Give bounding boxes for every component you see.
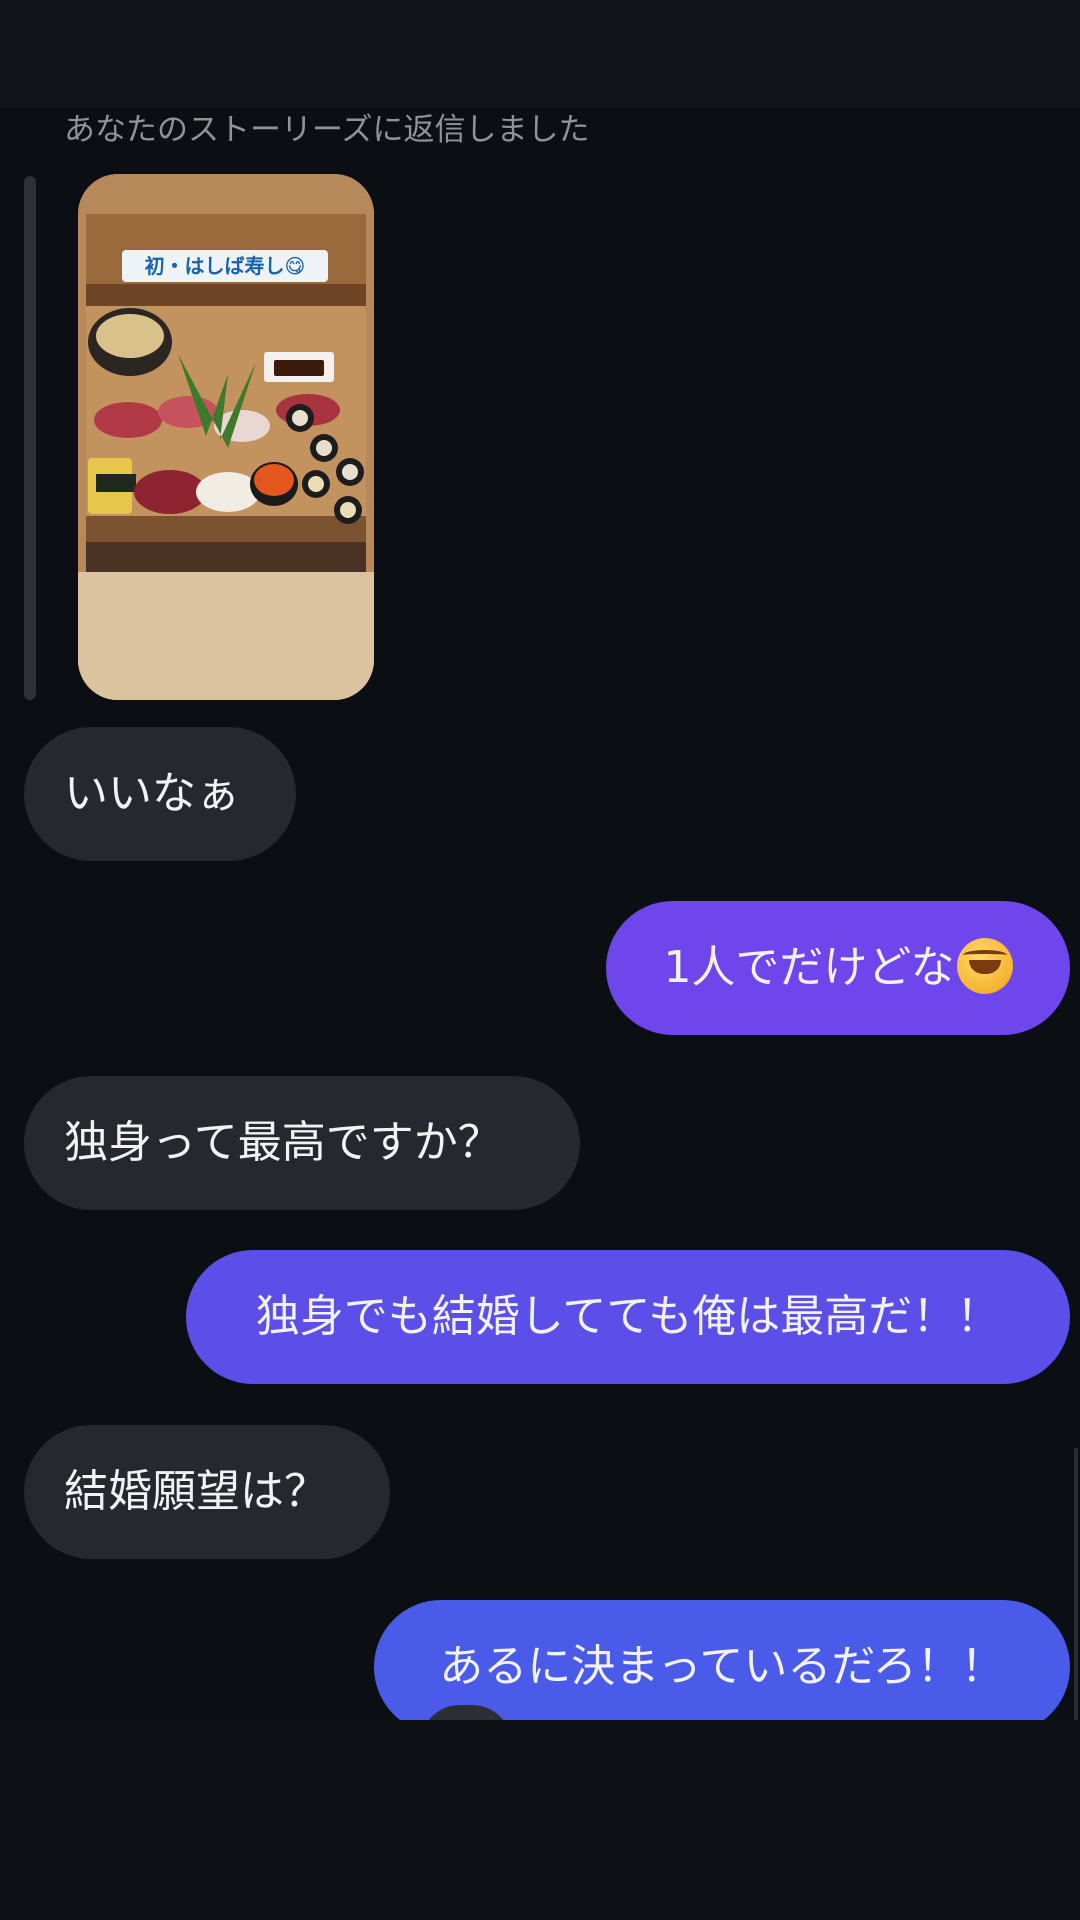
message-incoming[interactable]: 結婚願望は？ bbox=[24, 1425, 390, 1559]
message-incoming[interactable]: 独身って最高ですか？ bbox=[24, 1076, 580, 1210]
story-reply-note: あなたのストーリーズに返信しました bbox=[64, 112, 590, 148]
message-outgoing[interactable]: あるに決まっているだろ！！ bbox=[374, 1600, 1070, 1720]
bottom-area bbox=[0, 1720, 1080, 1920]
scrollbar[interactable] bbox=[1074, 1448, 1078, 1720]
message-text: 1人でだけどな bbox=[663, 942, 955, 993]
chat-screen: あなたのストーリーズに返信しました 初・はしば寿し😋 いいなぁ 1人でだけどな … bbox=[0, 0, 1080, 1920]
story-thumbnail[interactable]: 初・はしば寿し😋 bbox=[78, 174, 374, 700]
rolling-laughing-emoji-icon bbox=[956, 938, 1013, 994]
message-incoming[interactable]: いいなぁ bbox=[24, 727, 296, 861]
message-text: 独身って最高ですか？ bbox=[64, 1117, 502, 1168]
message-text: 結婚願望は？ bbox=[64, 1466, 328, 1517]
message-text: あるに決まっているだろ！！ bbox=[439, 1641, 1005, 1692]
message-outgoing[interactable]: 独身でも結婚してても俺は最高だ！！ bbox=[186, 1250, 1070, 1384]
message-text: いいなぁ bbox=[64, 768, 240, 819]
top-bar bbox=[0, 0, 1080, 108]
story-quote-bar bbox=[24, 176, 36, 700]
message-thread[interactable]: あなたのストーリーズに返信しました 初・はしば寿し😋 いいなぁ 1人でだけどな … bbox=[0, 108, 1080, 1720]
message-outgoing[interactable]: 1人でだけどな bbox=[606, 901, 1070, 1035]
message-text: 独身でも結婚してても俺は最高だ！！ bbox=[255, 1291, 1001, 1342]
story-caption: 初・はしば寿し😋 bbox=[122, 250, 328, 282]
